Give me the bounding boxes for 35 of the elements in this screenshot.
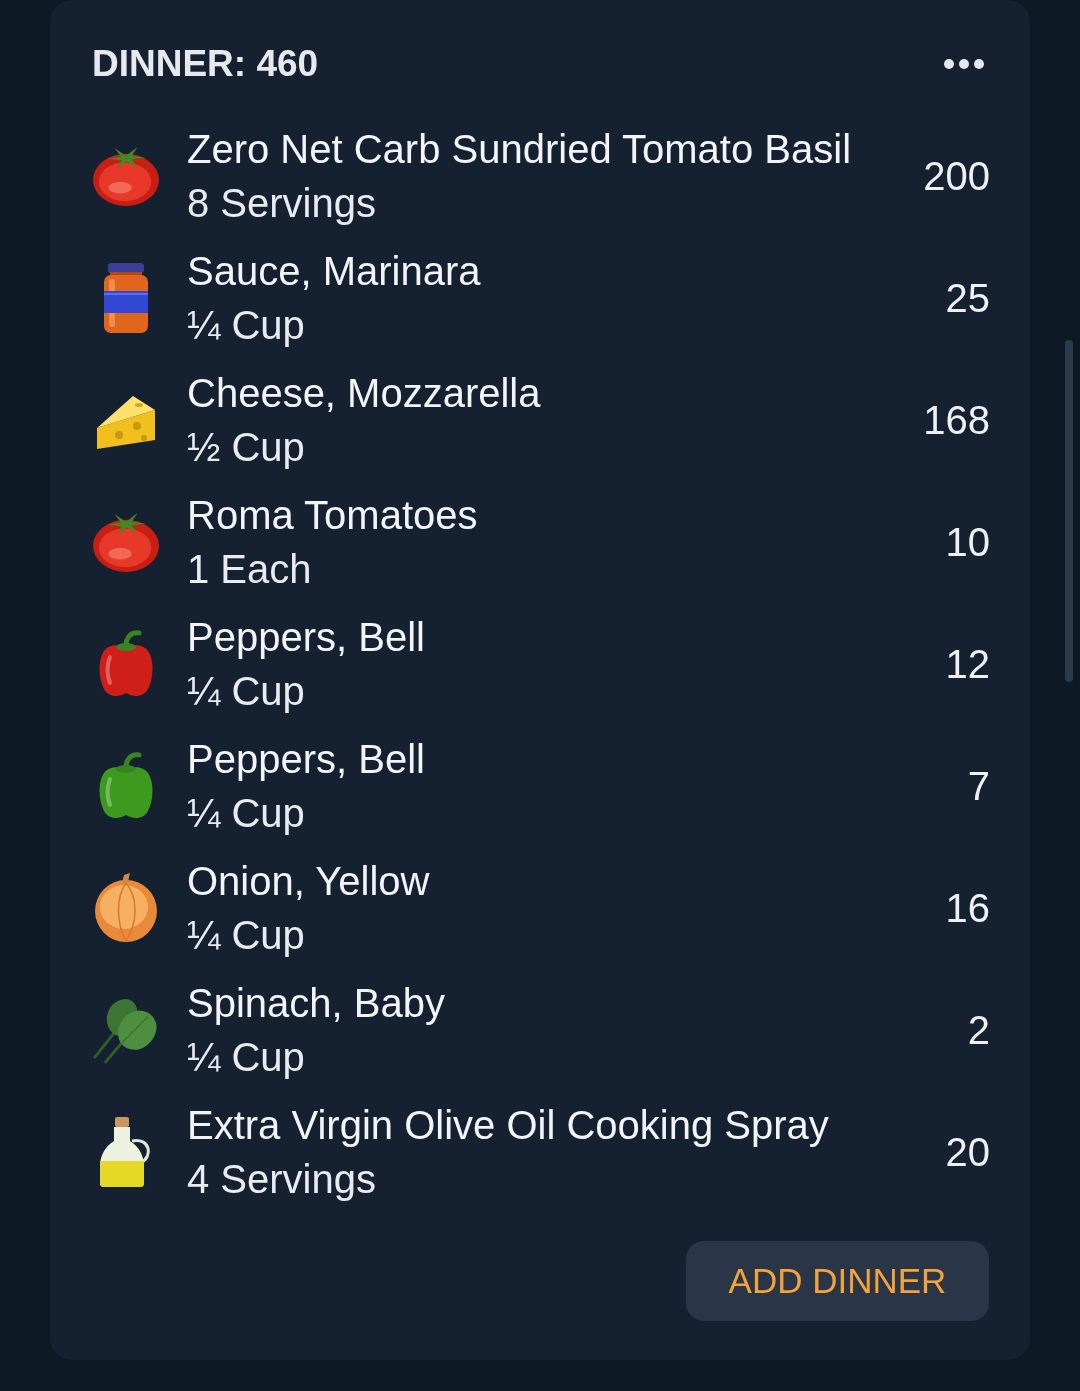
serving-size: 4 Servings [187,1156,377,1203]
food-name: Peppers, Bell [187,614,426,661]
bottle-icon [100,1117,152,1187]
meal-title: DINNER: 460 [92,43,319,85]
food-name: Zero Net Carb Sundried Tomato Basil [187,126,853,173]
calorie-value: 7 [967,763,990,809]
serving-size: ¼ Cup [187,1034,306,1081]
serving-size: ¼ Cup [187,790,306,837]
more-icon[interactable] [944,59,984,69]
calorie-value: 10 [945,519,990,565]
add-dinner-button[interactable]: ADD DINNER [686,1241,989,1321]
serving-size: ½ Cup [187,424,306,471]
food-name: Spinach, Baby [187,980,446,1027]
food-name: Peppers, Bell [187,736,426,783]
calorie-value: 25 [945,275,990,321]
onion-icon [94,873,158,943]
food-name: Cheese, Mozzarella [187,370,542,417]
jar-icon [103,263,149,333]
calorie-value: 200 [923,153,990,199]
tomato-icon [92,511,160,573]
calorie-value: 16 [945,885,990,931]
serving-size: ¼ Cup [187,302,306,349]
food-name: Sauce, Marinara [187,248,482,295]
serving-size: ¼ Cup [187,912,306,959]
serving-size: 8 Servings [187,180,377,227]
calorie-value: 168 [923,397,990,443]
serving-size: ¼ Cup [187,668,306,715]
serving-size: 1 Each [187,546,313,593]
calorie-value: 2 [967,1007,990,1053]
calorie-value: 20 [945,1129,990,1175]
food-name: Extra Virgin Olive Oil Cooking Spray [187,1102,830,1149]
food-name: Onion, Yellow [187,858,431,905]
tomato-icon [92,145,160,207]
food-name: Roma Tomatoes [187,492,479,539]
calorie-value: 12 [945,641,990,687]
